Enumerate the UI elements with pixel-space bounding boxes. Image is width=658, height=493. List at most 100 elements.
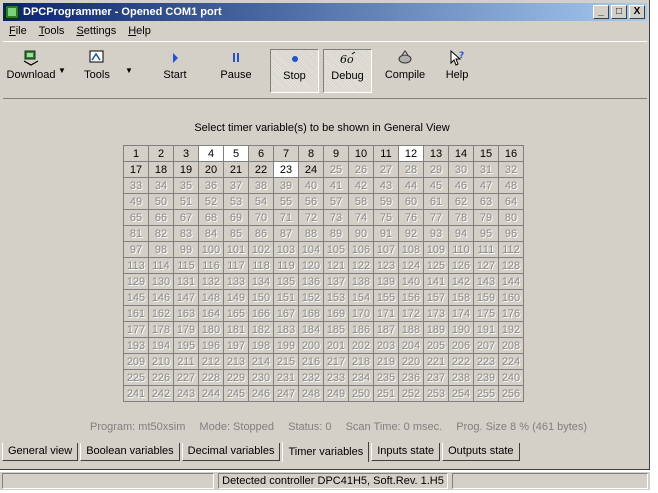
timer-cell-105: 105 xyxy=(323,241,349,258)
timer-cell-155: 155 xyxy=(373,289,399,306)
timer-cell-23[interactable]: 23 xyxy=(273,161,299,178)
timer-cell-44: 44 xyxy=(398,177,424,194)
timer-cell-37: 37 xyxy=(223,177,249,194)
timer-cell-215: 215 xyxy=(273,353,299,370)
download-button[interactable]: Download xyxy=(5,49,57,93)
menu-bar: File Tools Settings Help xyxy=(3,22,647,40)
scan-time: Scan Time: 0 msec. xyxy=(345,421,443,433)
timer-cell-18[interactable]: 18 xyxy=(148,161,174,178)
timer-cell-12[interactable]: 12 xyxy=(398,145,424,162)
timer-cell-3[interactable]: 3 xyxy=(173,145,199,162)
timer-cell-247: 247 xyxy=(273,385,299,402)
timer-cell-232: 232 xyxy=(298,369,324,386)
timer-cell-99: 99 xyxy=(173,241,199,258)
timer-cell-66: 66 xyxy=(148,209,174,226)
timer-cell-2[interactable]: 2 xyxy=(148,145,174,162)
title-bar[interactable]: DPCProgrammer - Opened COM1 port _ □ X xyxy=(3,3,647,21)
timer-cell-176: 176 xyxy=(498,305,524,322)
timer-cell-191: 191 xyxy=(473,321,499,338)
timer-cell-21[interactable]: 21 xyxy=(223,161,249,178)
timer-cell-121: 121 xyxy=(323,257,349,274)
timer-variable-grid: 1 2 3 4 5 6 7 8 9 10 11 12 13 14 15 16 17 18 19 20 21 22 23 24 2… xyxy=(123,145,524,402)
timer-cell-175: 175 xyxy=(473,305,499,322)
timer-cell-96: 96 xyxy=(498,225,524,242)
timer-cell-119: 119 xyxy=(273,257,299,274)
download-dropdown-icon[interactable]: ▼ xyxy=(58,66,66,75)
timer-cell-100: 100 xyxy=(198,241,224,258)
timer-cell-158: 158 xyxy=(448,289,474,306)
timer-cell-1[interactable]: 1 xyxy=(123,145,149,162)
timer-cell-68: 68 xyxy=(198,209,224,226)
timer-cell-189: 189 xyxy=(423,321,449,338)
timer-cell-242: 242 xyxy=(148,385,174,402)
tools-button[interactable]: Tools xyxy=(77,49,117,93)
debug-button[interactable]: 6o Debug xyxy=(323,49,372,93)
timer-cell-4[interactable]: 4 xyxy=(198,145,224,162)
timer-cell-7[interactable]: 7 xyxy=(273,145,299,162)
help-button[interactable]: ? Help xyxy=(439,49,475,93)
timer-cell-111: 111 xyxy=(473,241,499,258)
menu-help-accel: H xyxy=(128,25,137,37)
timer-cell-10[interactable]: 10 xyxy=(348,145,374,162)
timer-cell-207: 207 xyxy=(473,337,499,354)
tab-general-view[interactable]: General view xyxy=(2,443,79,461)
timer-cell-210: 210 xyxy=(148,353,174,370)
stop-button[interactable]: Stop xyxy=(270,49,319,93)
timer-cell-153: 153 xyxy=(323,289,349,306)
timer-cell-19[interactable]: 19 xyxy=(173,161,199,178)
tools-label: Tools xyxy=(84,69,110,81)
timer-cell-199: 199 xyxy=(273,337,299,354)
menu-file[interactable]: File xyxy=(3,25,33,37)
timer-cell-14[interactable]: 14 xyxy=(448,145,474,162)
maximize-button[interactable]: □ xyxy=(611,5,627,19)
timer-cell-81: 81 xyxy=(123,225,149,242)
timer-cell-244: 244 xyxy=(198,385,224,402)
timer-cell-36: 36 xyxy=(198,177,224,194)
grid-row: 81 82 83 84 85 86 87 88 89 90 91 92 93 94 95 96 xyxy=(123,225,524,242)
timer-cell-206: 206 xyxy=(448,337,474,354)
timer-cell-45: 45 xyxy=(423,177,449,194)
minimize-button[interactable]: _ xyxy=(593,5,609,19)
timer-cell-25: 25 xyxy=(323,161,349,178)
menu-help[interactable]: Help xyxy=(122,25,157,37)
close-button[interactable]: X xyxy=(629,5,645,19)
timer-cell-154: 154 xyxy=(348,289,374,306)
timer-cell-182: 182 xyxy=(248,321,274,338)
menu-file-label: ile xyxy=(15,25,27,37)
tab-boolean-variables[interactable]: Boolean variables xyxy=(80,443,180,461)
timer-cell-28: 28 xyxy=(398,161,424,178)
timer-cell-24[interactable]: 24 xyxy=(298,161,324,178)
tools-dropdown-icon[interactable]: ▼ xyxy=(125,66,133,75)
tab-timer-variables[interactable]: Timer variables xyxy=(282,442,370,462)
menu-tools[interactable]: Tools xyxy=(33,25,71,37)
tab-outputs-state[interactable]: Outputs state xyxy=(442,443,520,461)
timer-cell-220: 220 xyxy=(398,353,424,370)
timer-cell-20[interactable]: 20 xyxy=(198,161,224,178)
start-button[interactable]: Start xyxy=(155,49,195,93)
timer-cell-8[interactable]: 8 xyxy=(298,145,324,162)
timer-cell-59: 59 xyxy=(373,193,399,210)
tab-inputs-state[interactable]: Inputs state xyxy=(371,443,441,461)
timer-cell-195: 195 xyxy=(173,337,199,354)
timer-cell-16[interactable]: 16 xyxy=(498,145,524,162)
timer-cell-69: 69 xyxy=(223,209,249,226)
grid-row: 241 242 243 244 245 246 247 248 249 250 251 252 253 2… xyxy=(123,385,524,402)
timer-cell-9[interactable]: 9 xyxy=(323,145,349,162)
timer-cell-11[interactable]: 11 xyxy=(373,145,399,162)
timer-cell-6[interactable]: 6 xyxy=(248,145,274,162)
timer-cell-15[interactable]: 15 xyxy=(473,145,499,162)
timer-cell-134: 134 xyxy=(248,273,274,290)
timer-cell-145: 145 xyxy=(123,289,149,306)
timer-cell-13[interactable]: 13 xyxy=(423,145,449,162)
pause-button[interactable]: Pause xyxy=(215,49,257,93)
timer-cell-17[interactable]: 17 xyxy=(123,161,149,178)
timer-cell-57: 57 xyxy=(323,193,349,210)
compile-button[interactable]: Compile xyxy=(381,49,429,93)
status-bar: Detected controller DPC41H5, Soft.Rev. 1… xyxy=(0,472,650,490)
timer-cell-5[interactable]: 5 xyxy=(223,145,249,162)
timer-cell-150: 150 xyxy=(248,289,274,306)
timer-cell-138: 138 xyxy=(348,273,374,290)
timer-cell-22[interactable]: 22 xyxy=(248,161,274,178)
tab-decimal-variables[interactable]: Decimal variables xyxy=(181,443,281,461)
menu-settings[interactable]: Settings xyxy=(70,25,122,37)
